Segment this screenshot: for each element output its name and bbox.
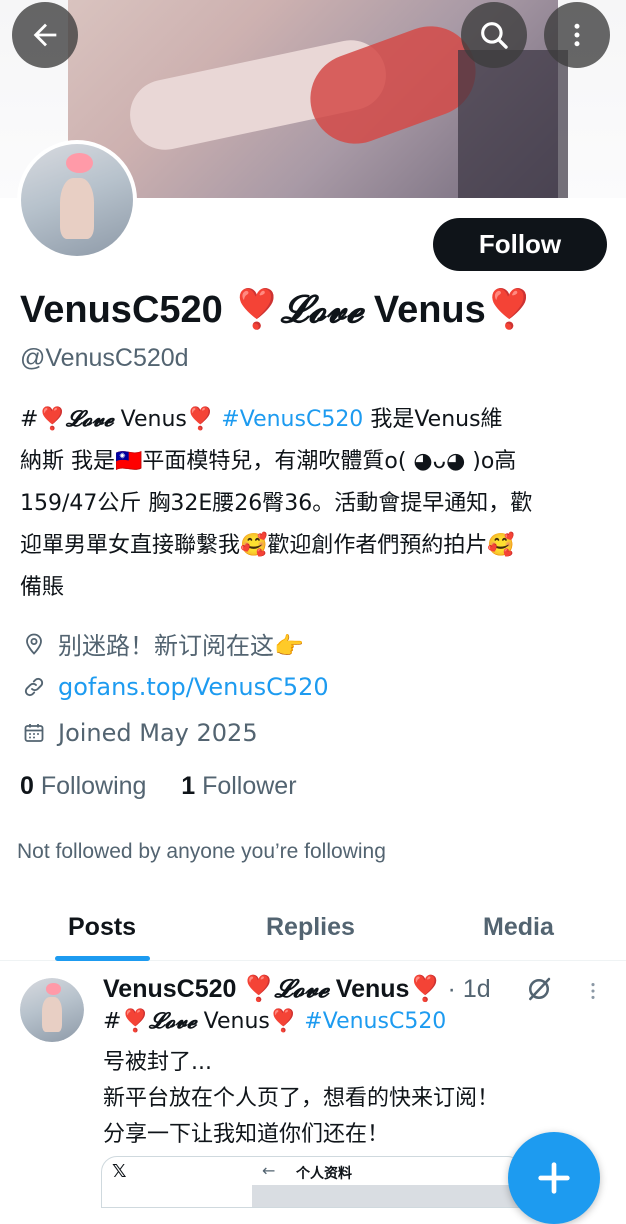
heart-emoji: ❣️	[485, 289, 534, 331]
more-vertical-icon	[574, 23, 580, 47]
following-link[interactable]: 0 Following	[20, 772, 146, 800]
tab-posts[interactable]: Posts	[68, 895, 136, 960]
post-text-line: 新平台放在个人页了，想看的快来订阅！	[103, 1086, 500, 1111]
post-hashtag-link[interactable]: #VenusC520	[304, 1009, 446, 1034]
link-icon	[20, 673, 48, 701]
arrow-left-icon	[33, 23, 57, 47]
profile-tabs: Posts Replies Media	[0, 895, 626, 961]
card-back-icon: ←	[262, 1161, 276, 1180]
post-text-line: #❣️𝓛𝓸𝓿𝓮 Venus❣️ #VenusC520	[103, 1008, 447, 1034]
search-button[interactable]	[461, 2, 527, 68]
website-link[interactable]: gofans.top/VenusC520	[58, 673, 329, 701]
location-text: 别迷路！新订阅在这👉	[58, 632, 304, 660]
follow-stats: 0 Following 1 Follower	[20, 772, 297, 801]
x-logo-icon: 𝕏	[112, 1161, 127, 1182]
back-button[interactable]	[12, 2, 78, 68]
followers-link[interactable]: 1 Follower	[181, 772, 296, 800]
not-followed-note: Not followed by anyone you’re following	[17, 840, 386, 863]
tab-replies[interactable]: Replies	[266, 895, 355, 960]
calendar-icon	[20, 719, 48, 747]
avatar-image	[21, 144, 133, 256]
display-name: VenusC520 ❣️𝓛𝓸𝓿𝓮 Venus❣️	[20, 286, 534, 331]
location-pin-icon	[20, 630, 48, 658]
plus-icon	[538, 1162, 570, 1194]
post-more-icon[interactable]	[582, 978, 604, 1008]
search-icon	[481, 22, 508, 49]
post-media-image[interactable]: 𝕏 ← 个人资料	[101, 1156, 523, 1208]
post-header: VenusC520 ❣️𝓛𝓸𝓿𝓮 Venus❣️ · 1d	[103, 974, 491, 1003]
joined-row: Joined May 2025	[20, 719, 258, 747]
post-avatar[interactable]	[20, 978, 84, 1042]
compose-button[interactable]	[508, 1132, 600, 1224]
tab-media[interactable]: Media	[483, 895, 554, 960]
location-row: 别迷路！新订阅在这👉	[20, 626, 304, 661]
profile-bio: #❣️𝓛𝓸𝓿𝓮 Venus❣️ #VenusC520 我是Venus維 納斯 我…	[20, 406, 533, 600]
hashtag-link[interactable]: #VenusC520	[221, 407, 363, 432]
post-timestamp[interactable]: · 1d	[448, 975, 491, 1003]
username-handle: @VenusC520d	[20, 344, 189, 372]
joined-text: Joined May 2025	[58, 719, 258, 747]
website-row[interactable]: gofans.top/VenusC520	[20, 673, 329, 701]
post-text-line: 号被封了...	[103, 1050, 212, 1075]
active-tab-indicator	[55, 956, 150, 961]
heart-emoji: ❣️	[233, 289, 281, 331]
profile-avatar[interactable]	[17, 140, 137, 260]
more-button[interactable]	[544, 2, 610, 68]
grok-icon[interactable]	[524, 974, 554, 1008]
card-title: 个人资料	[296, 1166, 352, 1182]
post-text-line: 分享一下让我知道你们还在！	[103, 1122, 390, 1147]
follow-button[interactable]: Follow	[433, 218, 607, 271]
